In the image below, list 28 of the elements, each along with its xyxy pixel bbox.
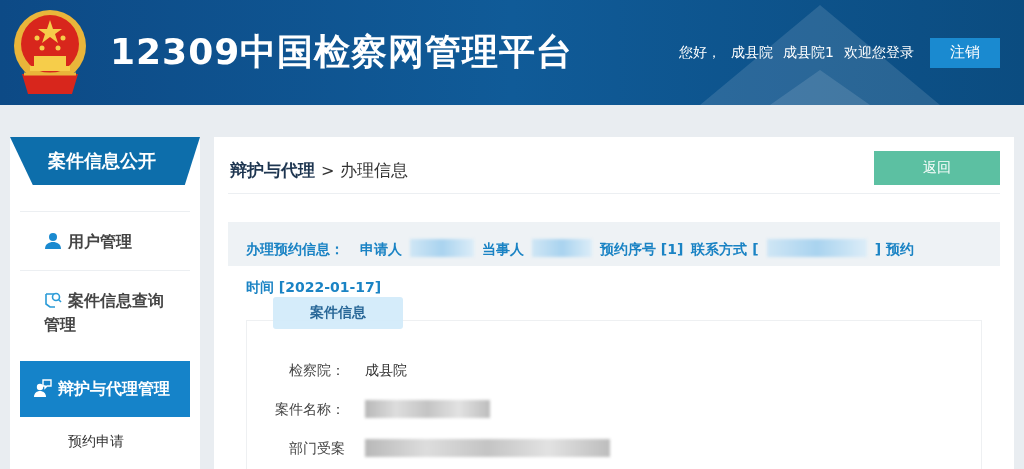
- platform-title: 12309中国检察网管理平台: [110, 30, 574, 74]
- org-name: 成县院: [731, 43, 774, 62]
- welcome-text: 欢迎您登录: [844, 43, 914, 62]
- info-text: 联系方式 [: [691, 240, 759, 259]
- sidebar-title: 案件信息公开: [10, 137, 200, 185]
- info-text: 当事人: [482, 240, 524, 259]
- field-label: 检察院：: [288, 361, 345, 380]
- blurred-text: [532, 239, 592, 257]
- sidebar-item[interactable]: 辩护与代理管理: [20, 361, 190, 417]
- info-text: 申请人: [360, 240, 402, 259]
- greeting-text: 您好，: [679, 43, 722, 62]
- breadcrumb-separator: >: [321, 160, 335, 180]
- user-name: 成县院1: [783, 43, 834, 62]
- breadcrumb-link[interactable]: 辩护与代理: [230, 158, 315, 182]
- info-text: ] 预约: [874, 240, 914, 259]
- field-value: 成县院: [365, 361, 408, 380]
- info-text: 时间 [2022-01-17]: [246, 278, 382, 297]
- field-label: 案件名称：: [274, 400, 345, 419]
- info-label: 办理预约信息：: [246, 240, 344, 259]
- person-chat-icon: [34, 379, 52, 397]
- user-icon: [44, 232, 62, 250]
- logout-button[interactable]: 注销: [930, 37, 1000, 68]
- search-icon: [44, 291, 62, 309]
- blurred-text: [410, 239, 474, 257]
- info-text: 预约序号 [1]: [600, 240, 684, 259]
- sidebar-subitem[interactable]: 预约申请: [10, 417, 200, 451]
- breadcrumb-current: 办理信息: [340, 158, 409, 182]
- field-label: 部门受案: [288, 439, 345, 458]
